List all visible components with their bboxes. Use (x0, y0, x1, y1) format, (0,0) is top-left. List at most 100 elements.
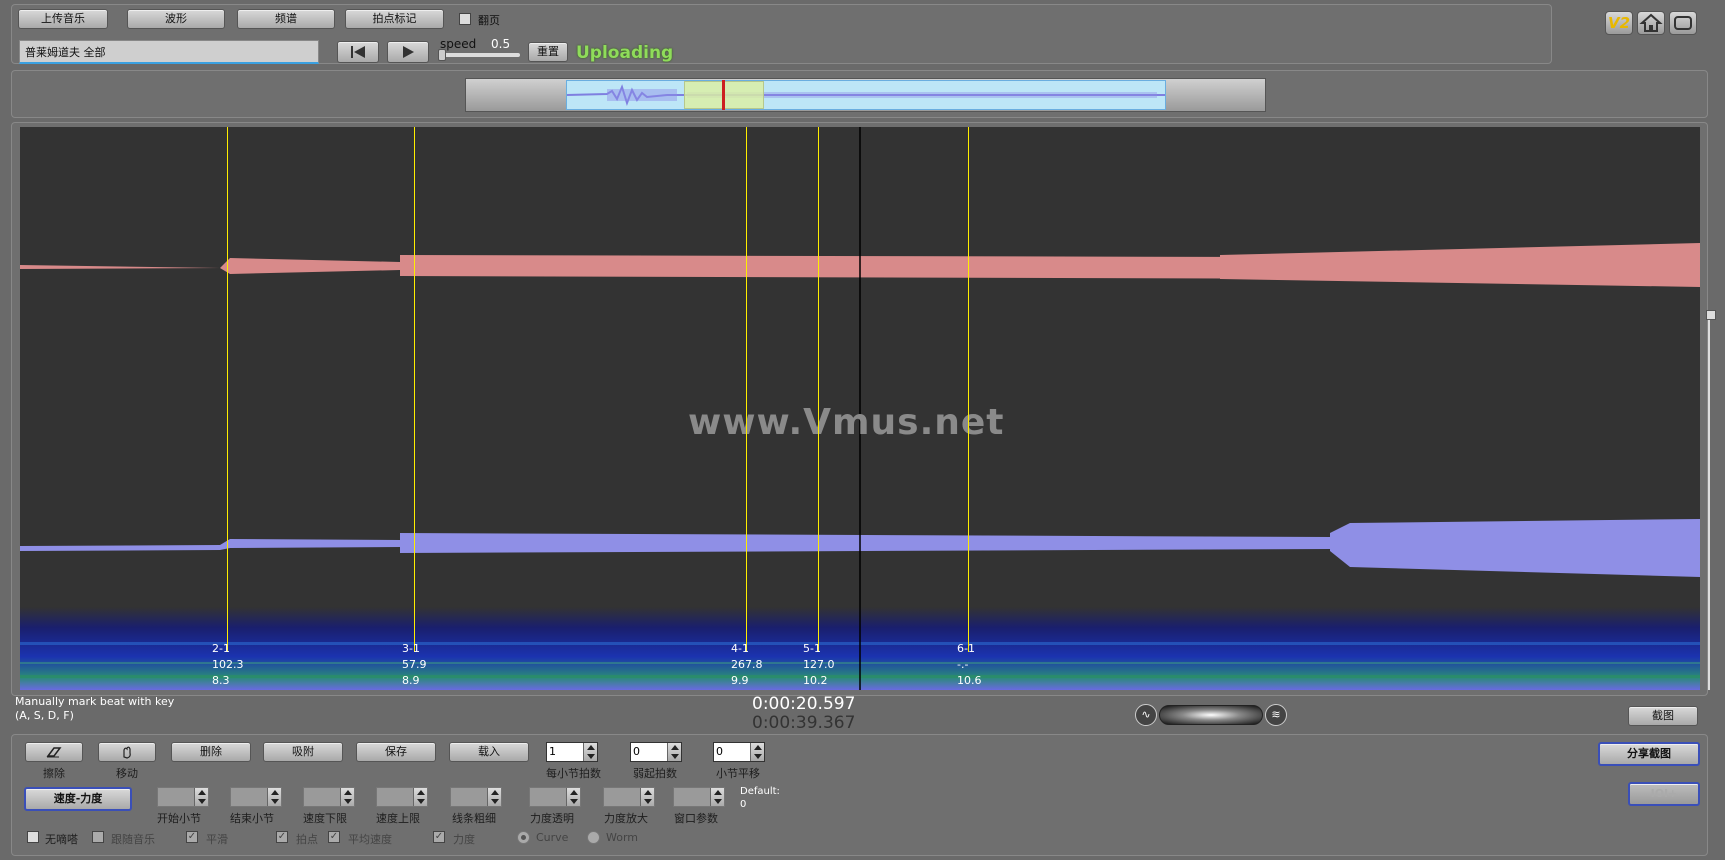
beats-per-bar-stepper[interactable]: 1 (546, 742, 598, 762)
play-icon (403, 46, 414, 58)
curve-radio[interactable] (517, 831, 530, 844)
rewind-button[interactable] (337, 41, 379, 63)
start-bar-stepper[interactable] (157, 787, 209, 807)
play-button[interactable] (387, 41, 429, 63)
beat-marker-label: 3-1 57.9 8.9 (402, 642, 427, 687)
stepper-arrows[interactable] (750, 743, 764, 761)
tempo-low-label: 速度下限 (303, 812, 347, 825)
beat-mark-button[interactable]: 拍点标记 (345, 9, 444, 29)
smooth-label: 平滑 (206, 833, 228, 846)
load-button[interactable]: 载入 (449, 742, 529, 762)
stepper-arrows[interactable] (710, 788, 724, 806)
window-param-label: 窗口参数 (674, 812, 718, 825)
no-metronome-checkbox[interactable] (27, 831, 39, 843)
flip-page-label: 翻页 (478, 14, 500, 27)
pickup-beats-stepper[interactable]: 0 (630, 742, 682, 762)
worm-radio[interactable] (587, 831, 600, 844)
song-field-text: 普莱姆道夫 全部 (25, 46, 106, 59)
default-label: Default: (740, 786, 780, 797)
speed-slider[interactable] (438, 49, 520, 61)
song-field[interactable]: 普莱姆道夫 全部 (19, 40, 319, 64)
end-bar-stepper[interactable] (230, 787, 282, 807)
share-screenshot-button[interactable]: 分享截图 (1598, 742, 1700, 766)
beat-line[interactable] (818, 127, 819, 652)
reset-button[interactable]: 重置 (528, 42, 568, 62)
waveform-button[interactable]: 波形 (127, 9, 225, 29)
line-width-stepper[interactable] (450, 787, 502, 807)
overview-track[interactable] (465, 78, 1266, 112)
time-current: 0:00:20.597 (752, 694, 856, 714)
vertical-scrollbar[interactable] (1706, 310, 1716, 690)
version-badge[interactable]: V2 (1605, 11, 1633, 35)
fullscreen-button[interactable] (1669, 11, 1697, 35)
tempo-low-stepper[interactable] (303, 787, 355, 807)
erase-button[interactable] (25, 742, 83, 762)
beat-marker-label: 5-1 127.0 10.2 (803, 642, 835, 687)
dyn-scale-stepper[interactable] (603, 787, 655, 807)
follow-music-label: 跟随音乐 (111, 833, 155, 846)
curve-label: Curve (536, 831, 569, 844)
avg-tempo-checkbox[interactable]: ✓ (328, 831, 340, 843)
tempo-high-stepper[interactable] (376, 787, 428, 807)
wave-zoom-out-icon[interactable]: ∿ (1135, 704, 1157, 726)
delete-button[interactable]: 删除 (171, 742, 251, 762)
main-view[interactable]: www.Vmus.net 2-1 102.3 8.3 3-1 57.9 8.9 … (20, 127, 1700, 690)
scrollbar-thumb[interactable] (1706, 310, 1716, 320)
move-label: 移动 (116, 767, 138, 780)
stepper-arrows[interactable] (667, 743, 681, 761)
stepper-arrows[interactable] (640, 788, 654, 806)
bar-shift-label: 小节平移 (716, 767, 760, 780)
stepper-arrows[interactable] (194, 788, 208, 806)
tempo-dynamics-button[interactable]: 速度-力度 (24, 787, 132, 811)
speed-slider-thumb[interactable] (438, 49, 446, 61)
beat-marker-label: 6-1 -.- 10.6 (957, 642, 982, 687)
rewind-icon (351, 46, 365, 58)
overview-waveform[interactable] (566, 80, 1166, 110)
save-button[interactable]: 保存 (356, 742, 436, 762)
pickup-beats-label: 弱起拍数 (633, 767, 677, 780)
home-button[interactable] (1637, 11, 1665, 35)
beat-marker-label: 4-1 267.8 9.9 (731, 642, 763, 687)
zoom-slider[interactable] (1159, 705, 1263, 725)
stepper-arrows[interactable] (487, 788, 501, 806)
ioi-button[interactable]: IOI+ (1628, 782, 1700, 806)
wave-zoom-in-icon[interactable]: ≋ (1265, 704, 1287, 726)
dynamics-checkbox[interactable]: ✓ (433, 831, 445, 843)
beat-marker-label: 2-1 102.3 8.3 (212, 642, 244, 687)
stepper-arrows[interactable] (267, 788, 281, 806)
move-button[interactable] (98, 742, 156, 762)
hint-line-2: (A, S, D, F) (15, 709, 74, 722)
stepper-arrows[interactable] (413, 788, 427, 806)
home-icon (1639, 13, 1663, 32)
beat-line[interactable] (746, 127, 747, 652)
end-bar-label: 结束小节 (230, 812, 274, 825)
snap-button[interactable]: 吸附 (263, 742, 343, 762)
beats-checkbox[interactable]: ✓ (276, 831, 288, 843)
flip-page-checkbox[interactable] (459, 13, 471, 25)
stepper-arrows[interactable] (566, 788, 580, 806)
erase-label: 擦除 (43, 767, 65, 780)
upload-music-button[interactable]: 上传音乐 (18, 9, 108, 29)
beat-line[interactable] (968, 127, 969, 652)
bar-shift-stepper[interactable]: 0 (713, 742, 765, 762)
zoom-control[interactable]: ∿ ≋ (1135, 703, 1287, 727)
stepper-arrows[interactable] (340, 788, 354, 806)
tempo-high-label: 速度上限 (376, 812, 420, 825)
radio-dot (521, 835, 526, 840)
no-metronome-label: 无嘀嗒 (45, 833, 78, 846)
beats-label: 拍点 (296, 833, 318, 846)
beat-line[interactable] (227, 127, 228, 652)
overview-waveform-graphic (566, 84, 1165, 107)
screenshot-button[interactable]: 截图 (1628, 706, 1698, 726)
speed-value: 0.5 (491, 37, 511, 51)
dyn-opacity-label: 力度透明 (530, 812, 574, 825)
overview-playhead[interactable] (722, 80, 725, 110)
beats-per-bar-label: 每小节拍数 (546, 767, 601, 780)
spectrum-button[interactable]: 频谱 (237, 9, 335, 29)
window-param-stepper[interactable] (673, 787, 725, 807)
dyn-opacity-stepper[interactable] (529, 787, 581, 807)
follow-music-checkbox[interactable] (92, 831, 104, 843)
beat-line[interactable] (414, 127, 415, 652)
smooth-checkbox[interactable]: ✓ (186, 831, 198, 843)
stepper-arrows[interactable] (583, 743, 597, 761)
